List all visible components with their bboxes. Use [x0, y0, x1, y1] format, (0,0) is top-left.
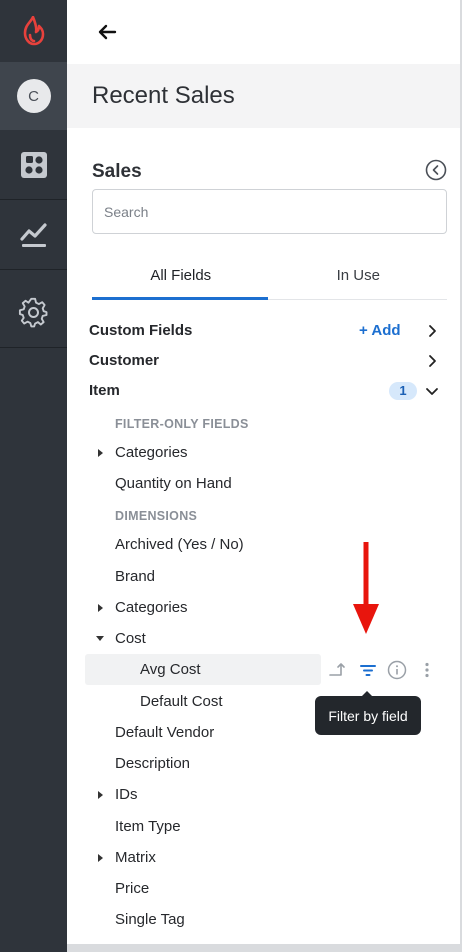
field-cost[interactable]: Cost	[67, 623, 460, 654]
avatar[interactable]: C	[16, 79, 51, 113]
field-categories-filter[interactable]: Categories	[67, 437, 460, 468]
back-button[interactable]	[95, 20, 119, 44]
collapse-panel-button[interactable]	[425, 159, 447, 181]
filter-by-field-button[interactable]	[358, 660, 378, 680]
top-bar	[67, 0, 460, 64]
field-label: Price	[115, 880, 150, 897]
reports-chart-icon	[19, 222, 47, 247]
group-custom-fields[interactable]: Custom Fields + Add	[67, 315, 460, 346]
rail-item-reports[interactable]	[0, 200, 67, 270]
filter-icon	[360, 665, 376, 676]
filter-by-field-tooltip: Filter by field	[315, 691, 421, 735]
field-matrix[interactable]: Matrix	[67, 842, 460, 873]
field-categories[interactable]: Categories	[67, 592, 460, 623]
field-label: Brand	[115, 568, 156, 585]
account-menu[interactable]: C	[0, 62, 67, 130]
panel-title: Sales	[92, 161, 142, 182]
field-label: Description	[115, 755, 191, 772]
field-brand[interactable]: Brand	[67, 561, 460, 592]
more-options-button[interactable]	[417, 660, 437, 680]
page-header: Recent Sales	[67, 64, 460, 128]
tab-all-fields[interactable]: All Fields	[92, 252, 270, 300]
arrow-left-icon	[98, 24, 117, 40]
pivot-icon[interactable]	[327, 660, 347, 680]
section-caption: DIMENSIONS	[115, 508, 198, 523]
chevron-right-icon[interactable]	[425, 324, 439, 338]
group-customer[interactable]: Customer	[67, 345, 460, 376]
expand-triangle-icon[interactable]	[98, 790, 103, 799]
expand-triangle-icon[interactable]	[98, 448, 103, 457]
group-label: Customer	[89, 352, 160, 369]
field-ids[interactable]: IDs	[67, 779, 460, 810]
field-archived[interactable]: Archived (Yes / No)	[67, 529, 460, 560]
section-caption: FILTER-ONLY FIELDS	[115, 416, 249, 431]
field-price[interactable]: Price	[67, 873, 460, 904]
page-title: Recent Sales	[92, 82, 235, 109]
field-label: Default Vendor	[115, 724, 215, 741]
field-label: Default Cost	[140, 693, 223, 710]
expand-triangle-icon[interactable]	[98, 853, 103, 862]
dimensions-header: DIMENSIONS	[67, 500, 460, 531]
field-label: Categories	[115, 444, 188, 461]
field-item-type[interactable]: Item Type	[67, 811, 460, 842]
field-label: Archived (Yes / No)	[115, 536, 244, 553]
field-single-tag[interactable]: Single Tag	[67, 904, 460, 935]
collapse-triangle-icon[interactable]	[96, 636, 104, 641]
info-icon	[387, 660, 407, 680]
expand-triangle-icon[interactable]	[98, 603, 103, 612]
field-tabs: All Fields In Use	[92, 252, 447, 300]
rail-item-settings[interactable]	[0, 278, 67, 348]
main-panel: Recent Sales Sales All Fields In Use Cus…	[67, 0, 460, 952]
annotation-arrow-icon	[353, 542, 379, 634]
vertical-dots-icon	[425, 662, 429, 678]
group-label: Item	[89, 382, 120, 399]
field-description[interactable]: Description	[67, 748, 460, 779]
window-border	[67, 944, 462, 952]
filter-only-header: FILTER-ONLY FIELDS	[67, 408, 460, 439]
field-label: Quantity on Hand	[115, 475, 232, 492]
in-use-count-badge: 1	[389, 381, 417, 400]
gear-icon	[18, 297, 47, 327]
flame-logo-icon	[23, 16, 44, 46]
rail-item-dashboard[interactable]	[0, 130, 67, 200]
field-label: Categories	[115, 599, 188, 616]
field-label: IDs	[115, 786, 138, 803]
dashboard-icon	[20, 151, 47, 178]
field-label: Cost	[115, 630, 146, 647]
field-label: Item Type	[115, 818, 181, 835]
lightspeed-logo[interactable]	[0, 0, 67, 62]
field-label: Matrix	[115, 849, 156, 866]
group-label: Custom Fields	[89, 322, 193, 339]
field-label: Avg Cost	[140, 661, 201, 678]
field-label: Single Tag	[115, 911, 185, 928]
add-custom-field-button[interactable]: + Add	[359, 322, 401, 339]
row-hover-highlight	[85, 654, 321, 685]
field-info-button[interactable]	[387, 660, 407, 680]
chevron-down-icon[interactable]	[425, 384, 439, 398]
field-quantity-on-hand[interactable]: Quantity on Hand	[67, 468, 460, 499]
pivot-arrow-icon	[329, 663, 345, 676]
nav-rail: C	[0, 0, 67, 952]
chevron-right-icon[interactable]	[425, 354, 439, 368]
chevron-left-circle-icon	[425, 159, 447, 181]
group-item[interactable]: Item 1	[67, 375, 460, 406]
tab-in-use[interactable]: In Use	[270, 252, 448, 299]
field-avg-cost[interactable]: Avg Cost	[67, 654, 460, 685]
search-input[interactable]	[92, 189, 447, 234]
